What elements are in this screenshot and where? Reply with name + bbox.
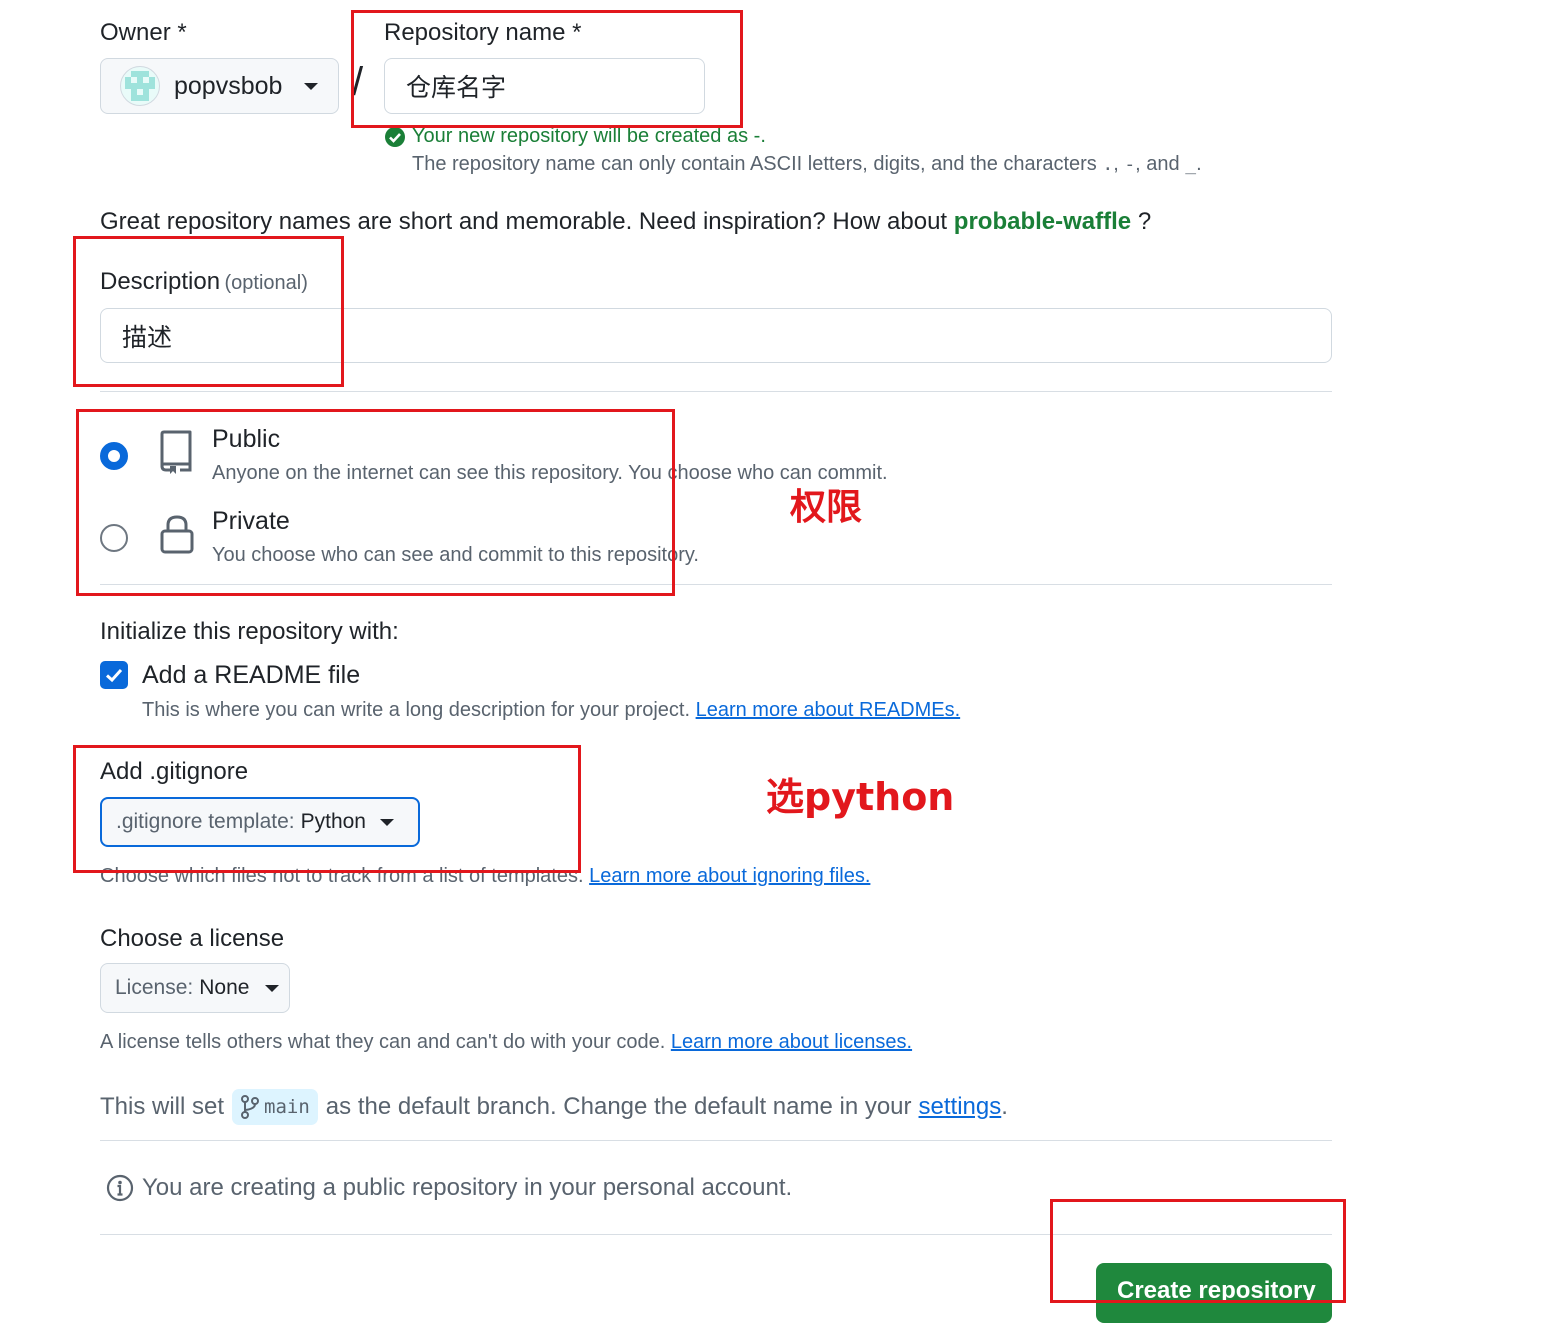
license-desc-row: A license tells others what they can and… [100,1031,912,1054]
hint-prefix: The repository name can only contain ASC… [412,153,1097,175]
hint-dash: - [1124,154,1136,175]
readme-desc: This is where you can write a long descr… [142,699,691,721]
annotation-box-gitignore [73,745,581,873]
hint-dot: . [1102,154,1114,175]
license-desc: A license tells others what they can and… [100,1031,666,1053]
divider [100,391,1332,392]
annotation-box-create [1050,1199,1346,1303]
annotation-box-description [73,236,344,387]
repo-name-success-text: Your new repository will be created as -… [412,125,766,147]
hint-comma: , [1113,153,1119,175]
annotation-permission: 权限 [790,487,863,528]
check-circle-icon [385,126,405,147]
license-button-prefix: License: [115,976,194,999]
owner-select[interactable]: popvsbob [100,58,339,114]
inspiration-line: Great repository names are short and mem… [100,208,1151,236]
default-branch-row: This will set main as the default branch… [100,1089,1008,1125]
annotation-choose-python: 选python [766,775,955,819]
chevron-down-icon [265,984,280,992]
divider [100,1140,1332,1141]
owner-value: popvsbob [174,71,283,100]
branch-suffix: as the default branch. Change the defaul… [325,1093,912,1120]
inspiration-text: Great repository names are short and mem… [100,208,948,235]
readme-label[interactable]: Add a README file [142,661,360,690]
hint-and: , and [1135,153,1180,175]
readme-learn-more-link[interactable]: Learn more about READMEs. [696,699,961,721]
annotation-box-visibility [76,409,675,596]
hint-end: . [1196,153,1202,175]
annotation-box-repo-name [351,10,743,128]
license-select[interactable]: License: None [100,963,290,1013]
license-learn-more-link[interactable]: Learn more about licenses. [671,1031,912,1053]
gitignore-learn-more-link[interactable]: Learn more about ignoring files. [589,865,870,887]
license-label: Choose a license [100,925,285,952]
public-notice-text: You are creating a public repository in … [142,1174,793,1201]
init-heading: Initialize this repository with: [100,618,399,645]
inspiration-suffix: ? [1137,208,1152,235]
chevron-down-icon [304,82,319,90]
git-branch-icon [241,1095,260,1119]
branch-badge: main [232,1089,318,1125]
readme-checkbox[interactable] [100,661,128,689]
check-icon [105,668,123,683]
identicon-avatar [125,71,155,101]
public-notice: You are creating a public repository in … [106,1174,792,1202]
branch-name: main [264,1096,310,1118]
readme-desc-row: This is where you can write a long descr… [142,699,960,722]
inspiration-suggestion[interactable]: probable-waffle [954,208,1131,235]
avatar [120,66,160,106]
owner-label: Owner * [100,19,187,46]
repo-name-success: Your new repository will be created as -… [385,125,766,148]
hint-underscore: _ [1185,154,1197,175]
repo-name-hint: The repository name can only contain ASC… [412,153,1202,176]
branch-end: . [1001,1093,1008,1120]
info-icon [106,1174,134,1202]
settings-link[interactable]: settings [919,1093,1002,1121]
branch-prefix: This will set [100,1093,225,1120]
license-button-value: None [199,976,250,999]
